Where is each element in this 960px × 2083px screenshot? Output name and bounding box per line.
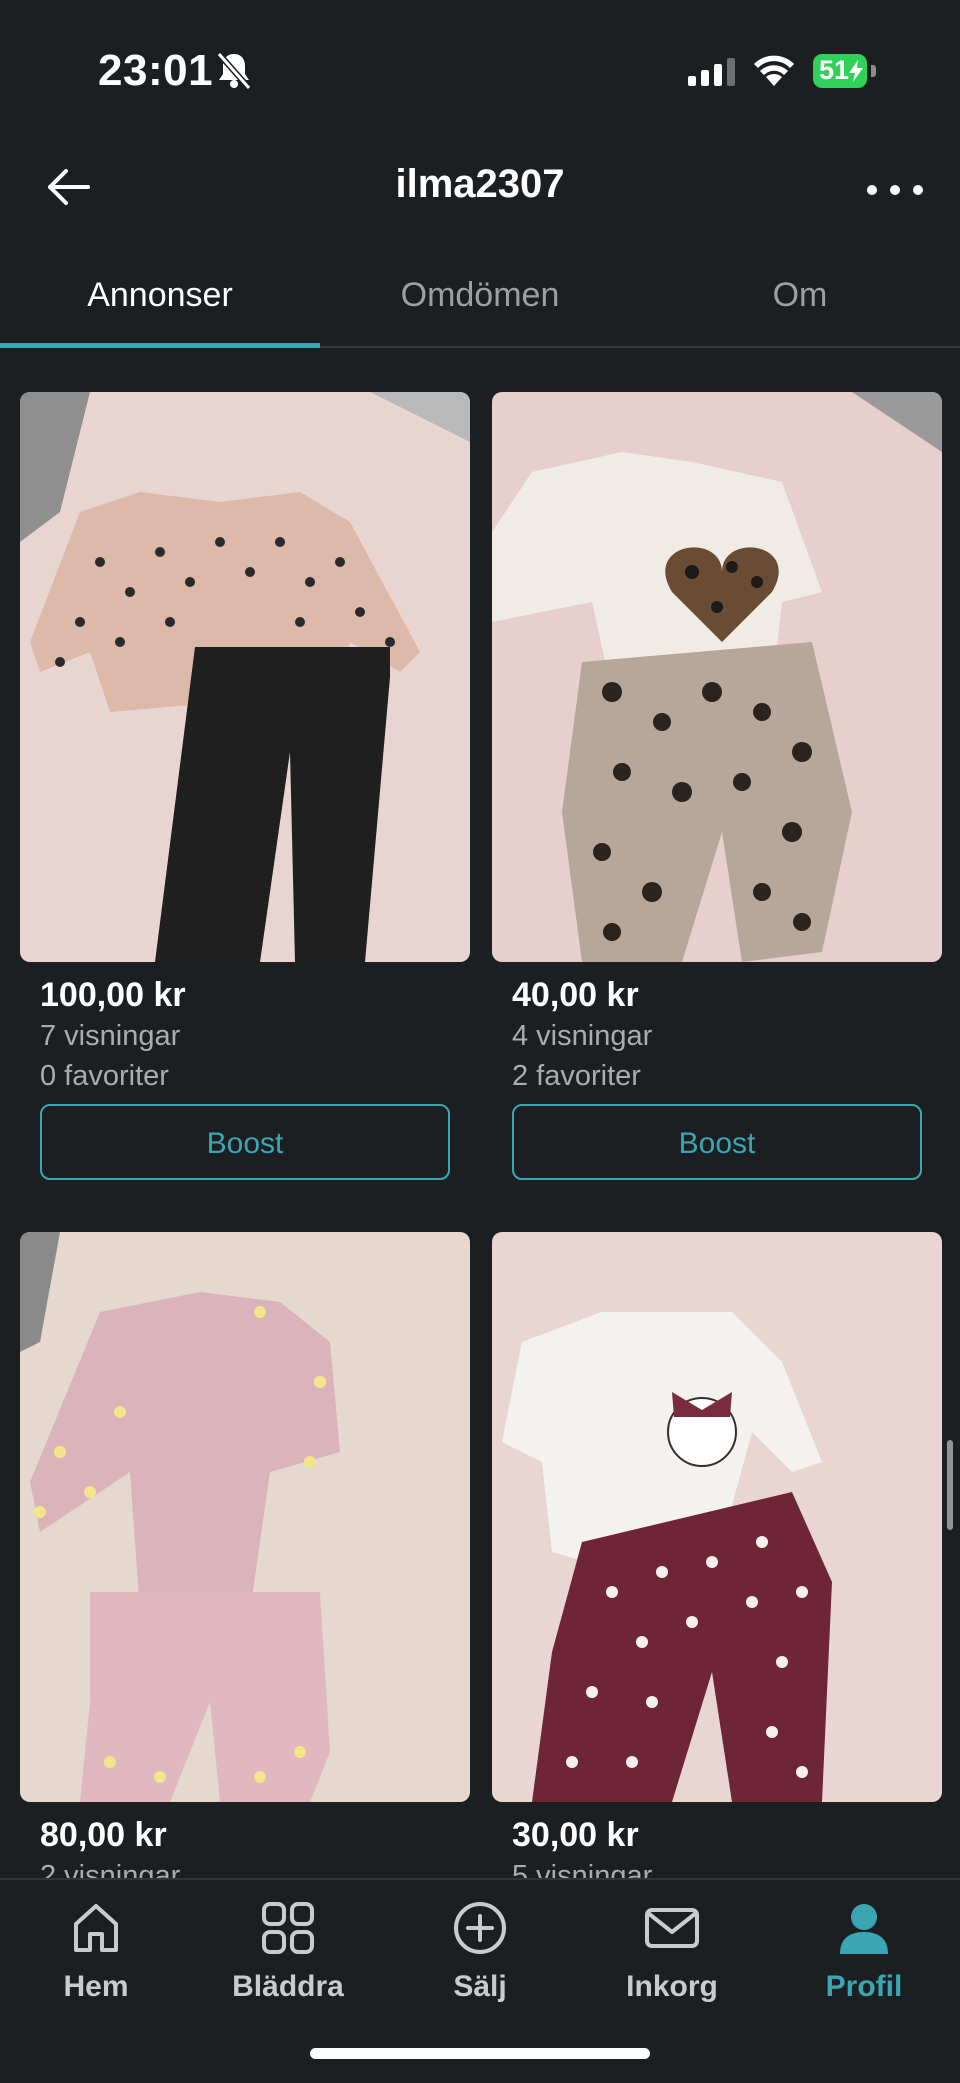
profile-header: ilma2307 [0,140,960,240]
mail-icon [645,1908,699,1948]
listing-photo[interactable] [492,392,942,962]
listing-price: 30,00 kr [512,1816,639,1854]
nav-label: Hem [63,1970,129,2003]
listing-price: 80,00 kr [40,1816,167,1854]
nav-label: Profil [825,1970,903,2003]
listing-price: 100,00 kr [40,976,186,1014]
nav-label: Bläddra [232,1970,344,2003]
battery-icon: 51 [813,54,879,88]
cellular-signal-icon [688,58,735,86]
profile-tabs: Annonser Omdömen Om [0,260,960,348]
listing-price: 40,00 kr [512,976,639,1014]
nav-item-profil[interactable]: Profil [768,1900,960,2004]
nav-item-bladdra[interactable]: Bläddra [192,1900,384,2004]
listing-favorites: 2 favoriter [512,1060,641,1092]
tab-omdomen[interactable]: Omdömen [320,276,640,315]
plus-circle-icon [454,1902,506,1954]
nav-item-salj[interactable]: Sälj [384,1900,576,2004]
profile-icon [840,1904,888,1954]
tab-om[interactable]: Om [640,276,960,315]
listing-photo[interactable] [20,392,470,962]
status-time: 23:01 [98,46,214,95]
listing-photo[interactable] [20,1232,470,1802]
nav-item-inkorg[interactable]: Inkorg [576,1900,768,2004]
bell-muted-icon [216,52,252,90]
home-indicator[interactable] [310,2048,650,2059]
active-tab-indicator [0,343,320,348]
listing-photo[interactable] [492,1232,942,1802]
scrollbar-thumb[interactable] [947,1440,953,1530]
boost-button[interactable]: Boost [40,1104,450,1180]
boost-button[interactable]: Boost [512,1104,922,1180]
page-title: ilma2307 [395,162,565,206]
wifi-icon [754,55,794,86]
grid-icon [262,1902,314,1954]
listing-views: 7 visningar [40,1020,181,1052]
status-bar: 23:01 51 [0,0,960,140]
home-icon [74,1904,118,1952]
nav-label: Inkorg [626,1970,718,2003]
listing-favorites: 0 favoriter [40,1060,169,1092]
charging-bolt-icon [849,60,863,82]
listing-views: 4 visningar [512,1020,653,1052]
tab-annonser[interactable]: Annonser [0,276,320,315]
nav-label: Sälj [453,1970,507,2003]
nav-item-hem[interactable]: Hem [0,1900,192,2004]
more-options-icon[interactable] [860,170,930,210]
battery-level: 51 [819,55,850,85]
